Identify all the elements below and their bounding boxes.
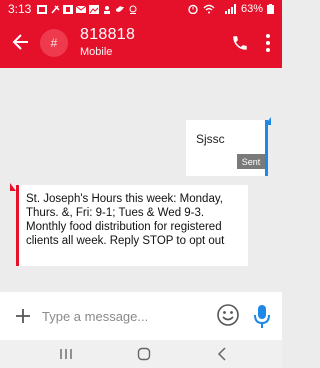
signal-icon	[224, 4, 236, 14]
battery-icon	[267, 4, 274, 14]
contact-name[interactable]: 818818	[80, 26, 135, 44]
contact-avatar[interactable]: #	[40, 29, 68, 57]
home-icon	[137, 347, 151, 361]
nav-back-button[interactable]	[212, 346, 232, 362]
gallery-notification-icon	[89, 4, 100, 14]
message-list[interactable]: Sjssc Sent St. Joseph's Hours this week:…	[0, 68, 282, 292]
app-notification-icon	[37, 4, 48, 14]
plus-icon	[16, 309, 30, 323]
home-button[interactable]	[134, 346, 154, 362]
call-button[interactable]	[228, 31, 252, 55]
sent-status-badge: Sent	[237, 154, 265, 169]
alarm-icon	[188, 4, 198, 14]
emoji-button[interactable]	[216, 303, 240, 327]
phone-icon	[233, 36, 247, 50]
status-bar: 3:13 63%	[0, 0, 282, 18]
back-chevron-icon	[217, 347, 226, 361]
more-vert-icon	[266, 34, 270, 52]
avatar-glyph: #	[50, 36, 58, 50]
recents-button[interactable]	[56, 346, 76, 362]
back-button[interactable]	[8, 29, 34, 55]
twitter-icon	[116, 5, 125, 12]
mic-icon	[254, 305, 270, 328]
wifi-icon	[203, 4, 215, 14]
attach-button[interactable]	[12, 305, 34, 327]
sent-accent-bar	[265, 120, 268, 176]
battery-percent: 63%	[240, 3, 263, 15]
conversation-header: # 818818 Mobile	[0, 18, 282, 68]
person-notification-icon	[104, 5, 111, 14]
status-time: 3:13	[8, 2, 32, 16]
emoji-icon	[217, 304, 239, 326]
location-icon	[129, 5, 137, 14]
notification-icons	[37, 4, 138, 14]
sent-message-bubble[interactable]: Sjssc Sent	[186, 120, 268, 176]
contact-type: Mobile	[80, 46, 113, 58]
app-notification-icon	[63, 4, 74, 14]
received-message-text: St. Joseph's Hours this week: Monday, Th…	[26, 193, 225, 247]
message-notification-icon	[76, 5, 87, 13]
system-status-icons: 63%	[187, 3, 274, 15]
voice-input-button[interactable]	[252, 302, 272, 330]
received-message-bubble[interactable]: St. Joseph's Hours this week: Monday, Th…	[16, 185, 248, 266]
more-options-button[interactable]	[260, 31, 276, 55]
received-accent-bar	[16, 185, 19, 266]
message-input[interactable]	[42, 306, 192, 326]
recents-icon	[60, 349, 72, 359]
compose-bar	[0, 292, 282, 340]
system-nav-bar	[0, 340, 282, 368]
sent-message-text: Sjssc	[196, 132, 225, 146]
pin-icon	[51, 4, 60, 13]
arrow-left-icon	[12, 34, 28, 50]
